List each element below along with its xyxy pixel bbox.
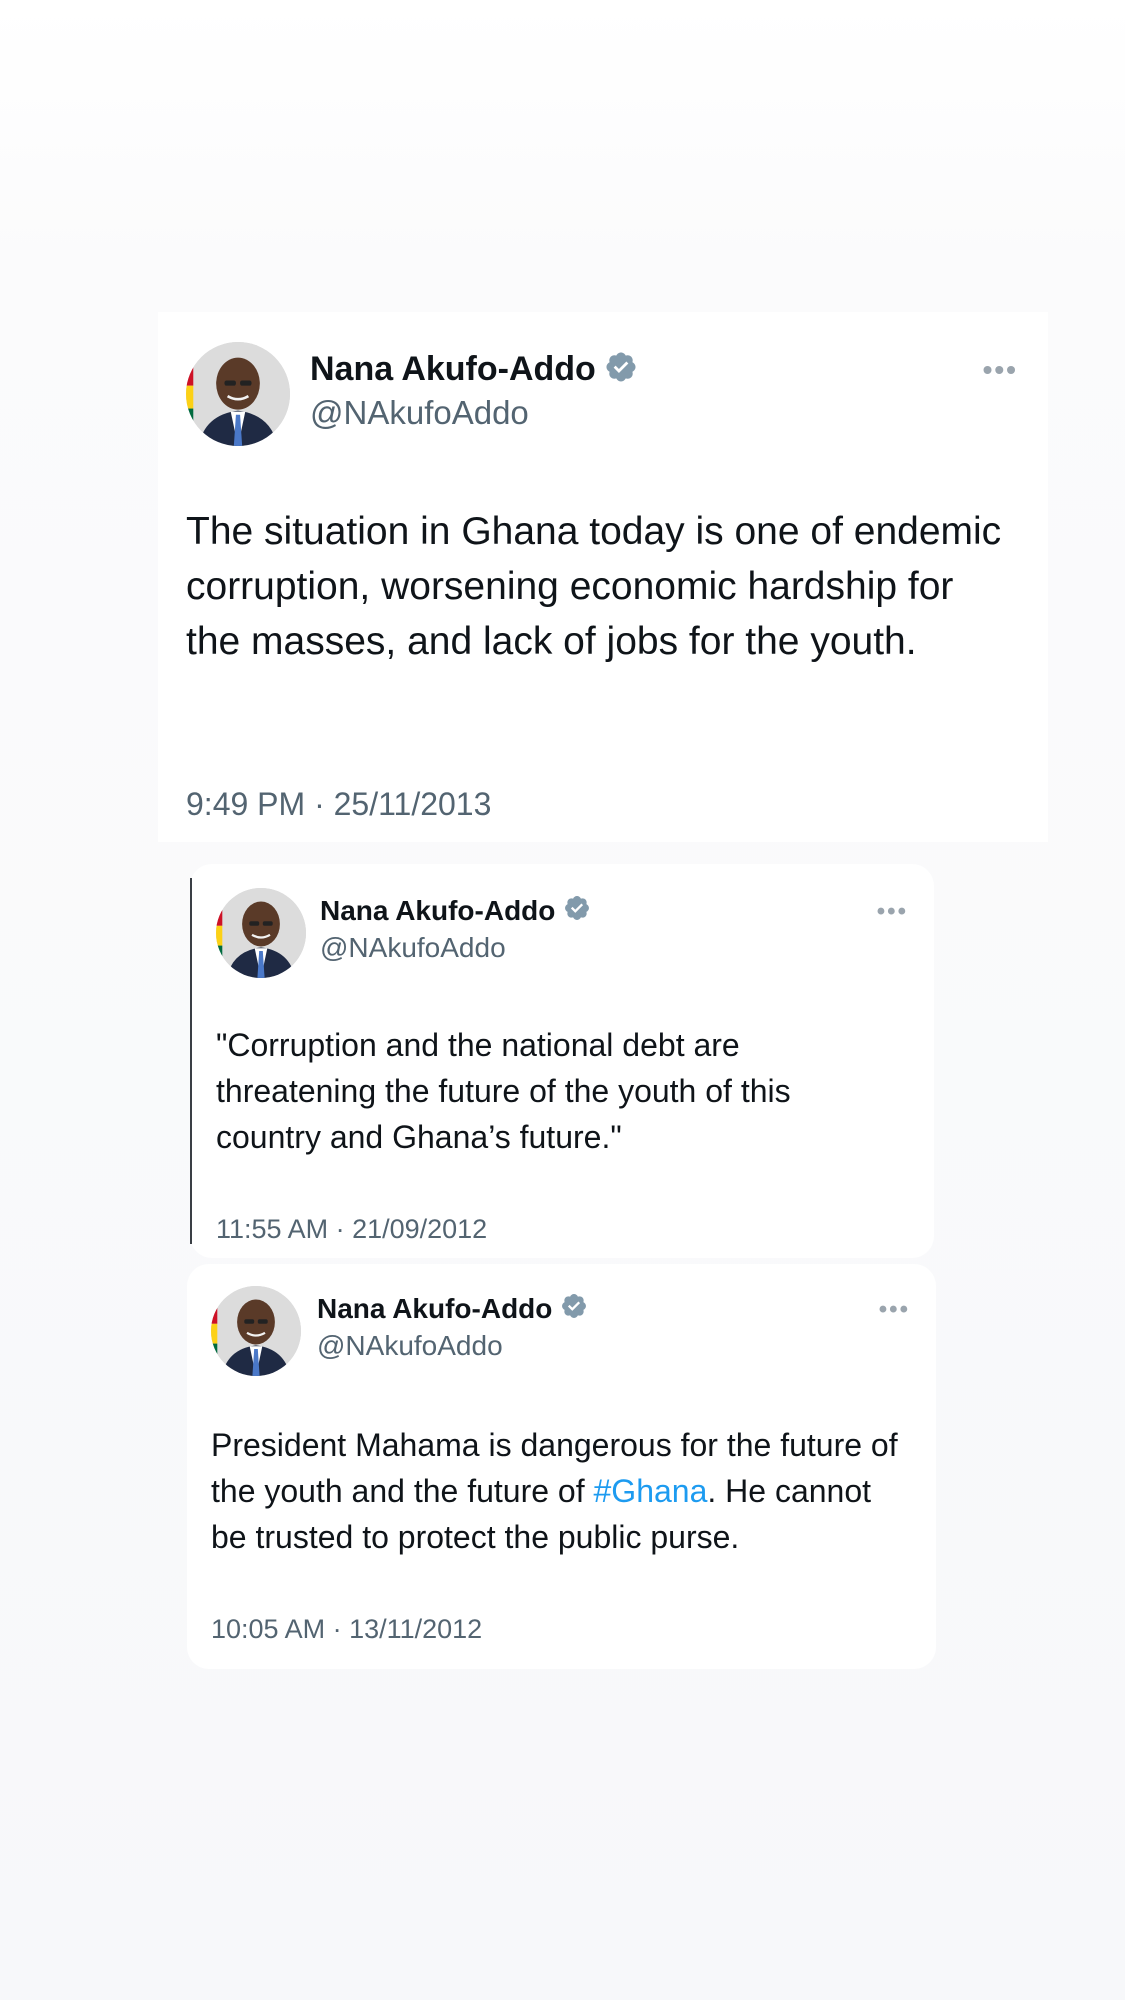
tweet-text: President Mahama is dangerous for the fu…: [211, 1422, 911, 1560]
more-options-icon[interactable]: •••: [877, 898, 908, 926]
tweet-card[interactable]: Nana Akufo-Addo @NAkufoAddo ••• Presiden…: [187, 1264, 936, 1669]
profile-photo-icon: [211, 1286, 301, 1376]
author-row: Nana Akufo-Addo: [320, 894, 591, 927]
avatar[interactable]: [216, 888, 306, 978]
tweet-card[interactable]: Nana Akufo-Addo @NAkufoAddo ••• The situ…: [158, 312, 1048, 842]
tweet-timestamp[interactable]: 11:55 AM · 21/09/2012: [216, 1214, 487, 1245]
verified-badge-icon: [560, 1292, 588, 1325]
screenshot-canvas: Nana Akufo-Addo @NAkufoAddo ••• The situ…: [0, 0, 1125, 2000]
tweet-timestamp[interactable]: 10:05 AM · 13/11/2012: [211, 1614, 482, 1645]
author-name[interactable]: Nana Akufo-Addo: [320, 895, 555, 927]
avatar[interactable]: [186, 342, 290, 446]
author-row: Nana Akufo-Addo: [310, 350, 638, 389]
author-row: Nana Akufo-Addo: [317, 1292, 588, 1325]
author-handle[interactable]: @NAkufoAddo: [320, 932, 506, 964]
more-options-icon[interactable]: •••: [983, 354, 1018, 386]
verified-badge-icon: [604, 350, 638, 389]
tweet-timestamp[interactable]: 9:49 PM · 25/11/2013: [186, 786, 491, 823]
tweet-card[interactable]: Nana Akufo-Addo @NAkufoAddo ••• "Corrupt…: [190, 864, 934, 1258]
avatar[interactable]: [211, 1286, 301, 1376]
profile-photo-icon: [216, 888, 306, 978]
author-handle[interactable]: @NAkufoAddo: [310, 394, 529, 432]
hashtag-link[interactable]: #Ghana: [594, 1473, 708, 1509]
author-name[interactable]: Nana Akufo-Addo: [310, 350, 596, 389]
tweet-text: The situation in Ghana today is one of e…: [186, 510, 1002, 663]
profile-photo-icon: [186, 342, 290, 446]
tweet-text: "Corruption and the national debt are th…: [216, 1027, 791, 1155]
author-name[interactable]: Nana Akufo-Addo: [317, 1293, 552, 1325]
author-handle[interactable]: @NAkufoAddo: [317, 1330, 503, 1362]
verified-badge-icon: [563, 894, 591, 927]
more-options-icon[interactable]: •••: [879, 1296, 910, 1324]
